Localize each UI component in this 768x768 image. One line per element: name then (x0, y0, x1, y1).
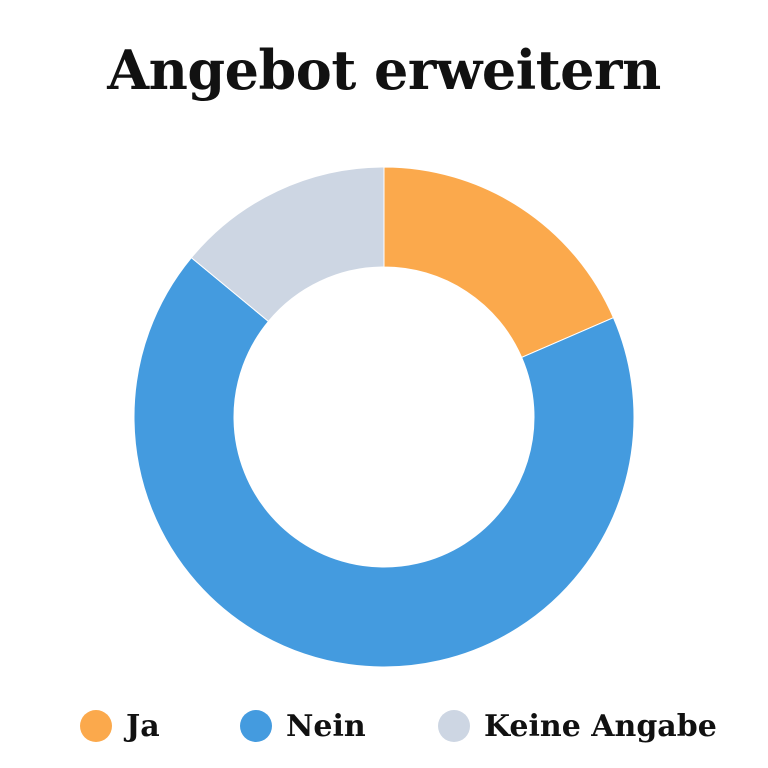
legend-item-nein[interactable]: Nein (240, 704, 366, 748)
legend-swatch-nein (240, 710, 272, 742)
donut-slice-ja[interactable] (383, 166, 615, 359)
legend-label-keine-angabe: Keine Angabe (484, 708, 717, 744)
legend: Ja Nein Keine Angabe (0, 704, 768, 748)
legend-label-nein: Nein (286, 708, 366, 744)
donut-chart (133, 166, 635, 668)
legend-swatch-keine-angabe (438, 710, 470, 742)
legend-label-ja: Ja (126, 708, 160, 744)
legend-item-keine-angabe[interactable]: Keine Angabe (438, 704, 717, 748)
legend-swatch-ja (80, 710, 112, 742)
legend-item-ja[interactable]: Ja (80, 704, 160, 748)
